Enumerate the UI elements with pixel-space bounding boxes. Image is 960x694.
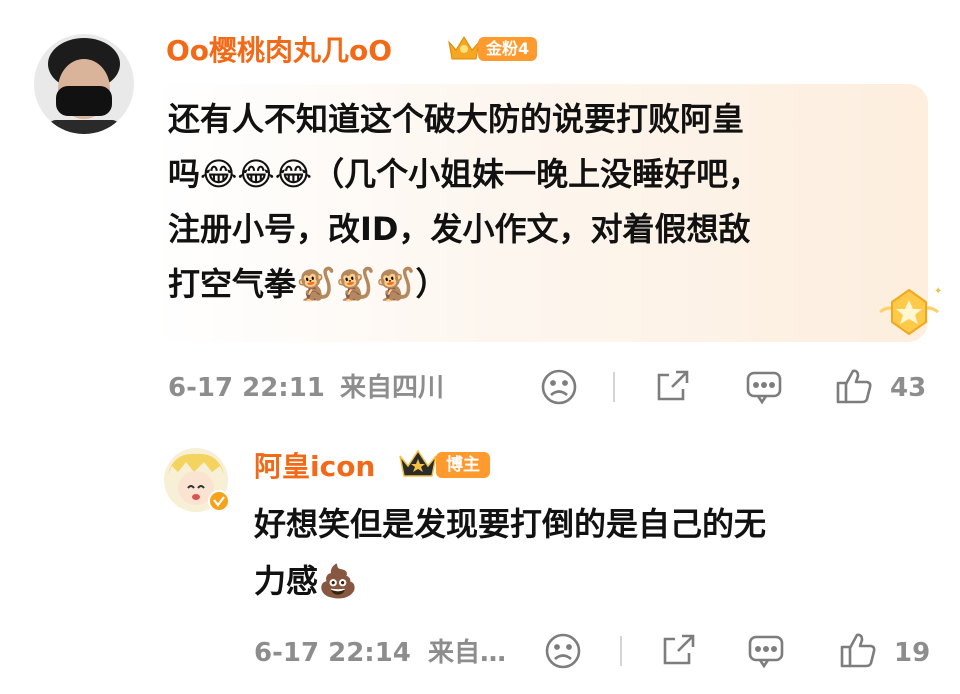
crown-icon <box>446 32 482 70</box>
comment-location: 来自四川 <box>340 373 445 403</box>
share-icon[interactable] <box>658 632 698 674</box>
comment-body: 还有人不知道这个破大防的说要打败阿皇 吗😂😂😂（几个小姐妹一晚上没睡好吧， 注册… <box>168 92 908 312</box>
comment-line: 还有人不知道这个破大防的说要打败阿皇 <box>168 100 745 138</box>
comment-line: 注册小号，改ID，发小作文，对着假想敌 <box>168 210 751 248</box>
fan-badge-label: 金粉4 <box>478 37 538 61</box>
sad-face-icon[interactable] <box>544 632 582 674</box>
action-divider <box>620 636 622 666</box>
reply-location: 来自… <box>428 638 507 668</box>
comment-like-count: 43 <box>890 373 927 403</box>
author-badge-label: 博主 <box>436 452 490 478</box>
comment-line: 打空气拳🐒🐒🐒） <box>168 265 448 303</box>
reply-like-count: 19 <box>894 638 931 668</box>
comment-timestamp: 6-17 22:11 <box>168 373 325 403</box>
thumbs-up-icon[interactable] <box>838 630 878 674</box>
sad-face-icon[interactable] <box>540 368 578 410</box>
reply-line: 力感💩 <box>254 562 358 600</box>
comment-line: 吗😂😂😂（几个小姐妹一晚上没睡好吧， <box>168 155 761 193</box>
commenter-avatar[interactable] <box>34 34 134 134</box>
svg-text:✦: ✦ <box>934 286 942 297</box>
crown-icon <box>398 448 438 486</box>
commenter-username[interactable]: Oo樱桃肉丸几oO <box>166 34 392 68</box>
comment-icon[interactable] <box>746 632 786 674</box>
thumbs-up-icon[interactable] <box>834 366 874 410</box>
reply-body: 好想笑但是发现要打倒的是自己的无 力感💩 <box>254 496 934 610</box>
star-badge-icon: ✦ <box>876 282 942 342</box>
share-icon[interactable] <box>652 368 692 410</box>
action-divider <box>613 372 615 402</box>
reply-username[interactable]: 阿皇icon <box>254 450 375 484</box>
verified-icon <box>208 490 230 516</box>
comment-icon[interactable] <box>744 368 784 410</box>
reply-line: 好想笑但是发现要打倒的是自己的无 <box>254 505 767 543</box>
reply-timestamp: 6-17 22:14 <box>254 638 411 668</box>
